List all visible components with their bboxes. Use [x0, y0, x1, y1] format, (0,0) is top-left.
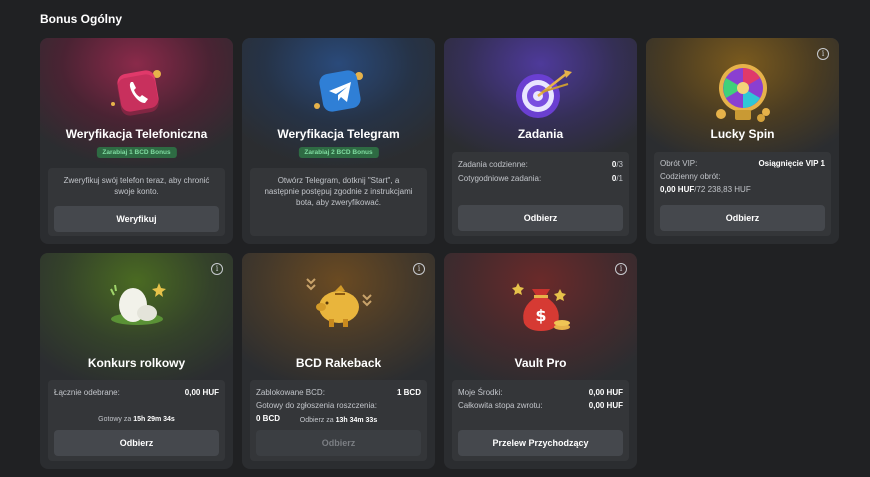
card-title: Weryfikacja Telegram [277, 127, 400, 141]
card-body: Obrót VIP: Osiągnięcie VIP 1 Codzienny o… [654, 152, 831, 236]
card-body: Łącznie odebrane: 0,00 HUF Gotowy za 15h… [48, 380, 225, 461]
locked-bcd-row: Zablokowane BCD: 1 BCD [256, 388, 421, 397]
card-description: Otwórz Telegram, dotknij "Start", a nast… [264, 176, 413, 207]
total-received-value: 0,00 HUF [184, 388, 219, 397]
card-title: Lucky Spin [710, 127, 775, 141]
claim-button[interactable]: Odbierz [256, 430, 421, 456]
total-return-row: Całkowita stopa zwrotu: 0,00 HUF [458, 401, 623, 410]
claim-button[interactable]: Odbierz [54, 430, 219, 456]
incoming-transfer-button[interactable]: Przelew Przychodzący [458, 430, 623, 456]
my-funds-row: Moje Środki: 0,00 HUF [458, 388, 623, 397]
card-lucky-spin: i Lucky Spin Obrót VIP: Osiągnięcie VIP … [646, 38, 839, 244]
egg-icon [101, 275, 173, 335]
daily-spin-label: Codzienny obrót: [660, 172, 721, 181]
card-description: Zweryfikuj swój telefon teraz, aby chron… [63, 176, 210, 196]
locked-bcd-label: Zablokowane BCD: [256, 388, 325, 397]
daily-tasks-row: Zadania codzienne: 0/3 [458, 160, 623, 169]
claim-timer: Odbierz za 13h 34m 33s [299, 417, 378, 424]
vip-spin-label: Obrót VIP: [660, 159, 698, 168]
card-phone-verification: Weryfikacja Telefoniczna Zarabiaj 1 BCD … [40, 38, 233, 244]
bonus-grid: Weryfikacja Telefoniczna Zarabiaj 1 BCD … [40, 38, 839, 469]
my-funds-label: Moje Środki: [458, 388, 503, 397]
card-title: Zadania [517, 127, 564, 141]
card-vault-pro: i $ Vault Pro Moje Środki: 0,00 HUF Całk… [444, 253, 637, 469]
info-icon[interactable]: i [413, 263, 425, 275]
card-telegram-verification: Weryfikacja Telegram Zarabiaj 2 BCD Bonu… [242, 38, 435, 244]
info-icon[interactable]: i [615, 263, 627, 275]
total-return-label: Całkowita stopa zwrotu: [458, 401, 543, 410]
vip-spin-value: Osiągnięcie VIP 1 [758, 159, 825, 168]
claim-button[interactable]: Odbierz [660, 205, 825, 231]
wheel-icon [711, 58, 775, 124]
total-received-row: Łącznie odebrane: 0,00 HUF [54, 388, 219, 397]
card-tasks: Zadania Zadania codzienne: 0/3 Cotygodni… [444, 38, 637, 244]
svg-text:$: $ [535, 306, 546, 325]
card-body: Zadania codzienne: 0/3 Cotygodniowe zada… [452, 152, 629, 236]
verify-button[interactable]: Weryfikuj [54, 206, 219, 232]
money-bag-icon: $ [506, 275, 576, 337]
info-icon[interactable]: i [817, 48, 829, 60]
card-bcd-rakeback: i BCD Rakeback Zablokowane BCD: 1 BCD Go… [242, 253, 435, 469]
weekly-tasks-row: Cotygodniowe zadania: 0/1 [458, 174, 623, 183]
telegram-icon [311, 64, 367, 120]
claim-ready-label: Gotowy do zgłoszenia roszczenia: [256, 401, 377, 410]
piggy-bank-icon [299, 273, 379, 333]
card-title: Vault Pro [514, 356, 567, 370]
daily-spin-value-row: 0,00 HUF/72 238,83 HUF [660, 185, 825, 194]
total-return-value: 0,00 HUF [588, 401, 623, 410]
bonus-badge: Zarabiaj 1 BCD Bonus [96, 147, 177, 158]
weekly-tasks-value: 0/1 [611, 174, 623, 183]
daily-spin-label-row: Codzienny obrót: [660, 172, 825, 181]
info-icon[interactable]: i [211, 263, 223, 275]
card-body: Moje Środki: 0,00 HUF Całkowita stopa zw… [452, 380, 629, 461]
card-title: Konkurs rolkowy [87, 356, 186, 370]
weekly-tasks-label: Cotygodniowe zadania: [458, 174, 542, 183]
claim-button[interactable]: Odbierz [458, 205, 623, 231]
daily-tasks-label: Zadania codzienne: [458, 160, 528, 169]
card-body: Zweryfikuj swój telefon teraz, aby chron… [48, 168, 225, 236]
ready-timer: Gotowy za 15h 29m 34s [98, 416, 175, 423]
daily-tasks-value: 0/3 [611, 160, 623, 169]
locked-bcd-value: 1 BCD [396, 388, 421, 397]
card-title: BCD Rakeback [295, 356, 382, 370]
daily-spin-value: 0,00 HUF/72 238,83 HUF [660, 185, 751, 194]
vip-spin-row: Obrót VIP: Osiągnięcie VIP 1 [660, 159, 825, 168]
phone-icon [109, 64, 165, 120]
claim-ready-label-row: Gotowy do zgłoszenia roszczenia: [256, 401, 421, 410]
target-icon [506, 62, 576, 124]
card-title: Weryfikacja Telefoniczna [65, 127, 208, 141]
bonus-badge: Zarabiaj 2 BCD Bonus [298, 147, 379, 158]
card-roll-contest: i Konkurs rolkowy Łącznie odebrane: 0,00… [40, 253, 233, 469]
total-received-label: Łącznie odebrane: [54, 388, 120, 397]
my-funds-value: 0,00 HUF [588, 388, 623, 397]
section-title: Bonus Ogólny [40, 12, 122, 26]
card-body: Otwórz Telegram, dotknij "Start", a nast… [250, 168, 427, 236]
